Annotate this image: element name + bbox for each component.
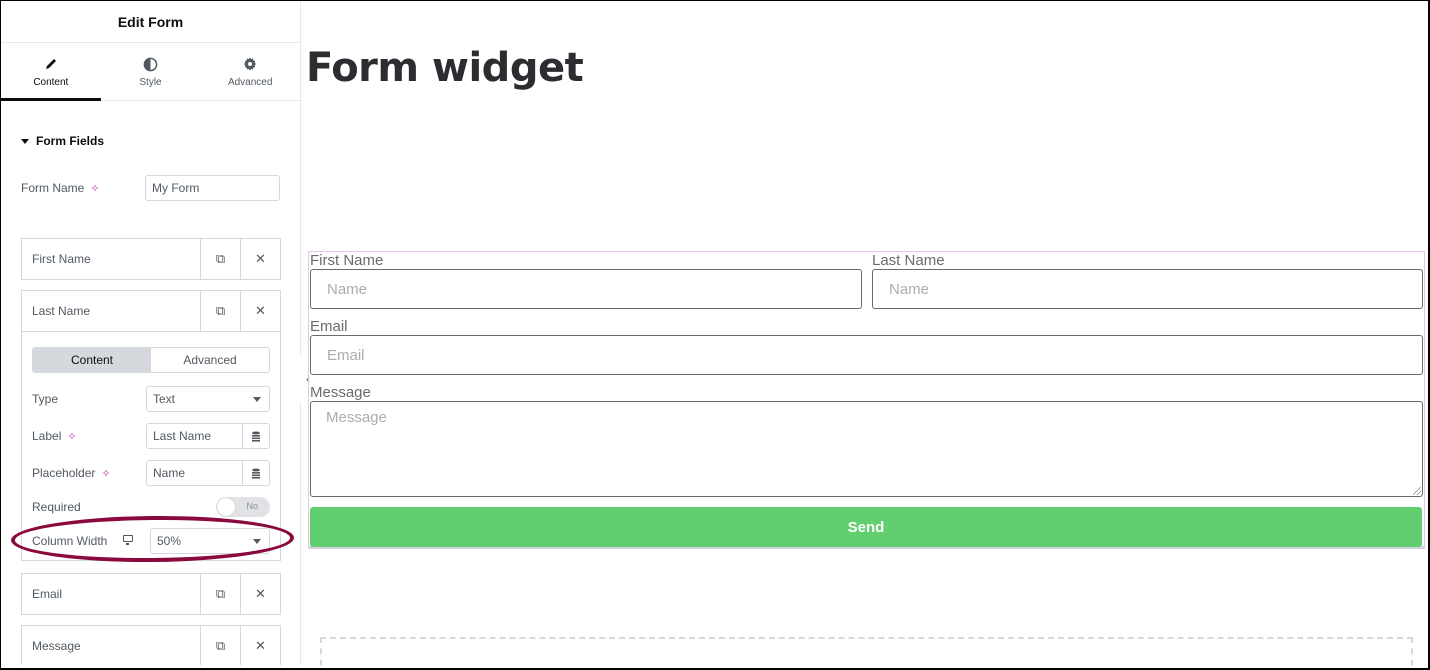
type-control: Type Text: [32, 386, 270, 412]
duplicate-icon[interactable]: ⧉: [200, 626, 240, 665]
tab-style[interactable]: Style: [101, 43, 201, 100]
toggle-knob: [217, 498, 235, 516]
caret-down-icon: [21, 138, 29, 144]
editor-panel: Edit Form Content Style Advanced Form Fi…: [1, 1, 301, 665]
label-label-text: Label: [32, 429, 62, 443]
dynamic-tags-icon[interactable]: [242, 424, 269, 448]
ai-sparkle-icon[interactable]: ✧: [101, 467, 110, 480]
column-width-label: Column Width: [32, 534, 108, 548]
required-control: Required No: [32, 494, 270, 520]
field-item-last-name: Last Name ⧉ ✕ Content Advanced Type Text…: [21, 290, 281, 561]
remove-icon[interactable]: ✕: [240, 626, 280, 665]
field-item-message: Message ⧉ ✕: [21, 625, 281, 665]
label-input[interactable]: Last Name: [146, 423, 270, 449]
placeholder-label-text: Placeholder: [32, 466, 96, 480]
column-width-control: Column Width 50%: [32, 528, 270, 554]
form-widget[interactable]: First Name Name Last Name Name Email Ema…: [308, 251, 1425, 549]
pencil-icon: [44, 55, 58, 73]
remove-icon[interactable]: ✕: [240, 574, 280, 614]
field-item-title[interactable]: Email: [22, 574, 200, 614]
field-item-first-name: First Name ⧉ ✕: [21, 238, 281, 280]
required-label: Required: [32, 500, 81, 514]
subtab-content[interactable]: Content: [33, 348, 151, 372]
tab-content[interactable]: Content: [1, 43, 101, 101]
placeholder-label: Placeholder ✧: [32, 466, 111, 480]
ai-sparkle-icon[interactable]: ✧: [67, 430, 76, 443]
label-input-value: Last Name: [153, 429, 212, 443]
field-item-title[interactable]: Last Name: [22, 291, 200, 331]
field-item-settings: Content Advanced Type Text Label ✧ Last …: [22, 331, 280, 560]
form-name-control: Form Name ✧: [21, 175, 281, 201]
empty-section-dropzone[interactable]: [320, 637, 1413, 670]
remove-icon[interactable]: ✕: [240, 239, 280, 279]
page-heading: Form widget: [306, 45, 584, 91]
duplicate-icon[interactable]: ⧉: [200, 239, 240, 279]
resize-handle-icon[interactable]: [1413, 487, 1421, 495]
desktop-monitor-icon[interactable]: [123, 535, 133, 545]
last-name-label: Last Name: [872, 252, 945, 269]
message-placeholder: Message: [326, 409, 387, 426]
email-placeholder: Email: [327, 346, 365, 364]
message-textarea[interactable]: Message: [310, 401, 1423, 497]
last-name-placeholder: Name: [889, 280, 930, 298]
last-name-input[interactable]: Name: [872, 269, 1423, 309]
tab-advanced-label: Advanced: [227, 77, 273, 88]
tab-style-label: Style: [139, 77, 162, 88]
placeholder-control: Placeholder ✧ Name: [32, 460, 270, 486]
toggle-state: No: [246, 501, 258, 511]
placeholder-input[interactable]: Name: [146, 460, 270, 486]
message-label: Message: [310, 384, 371, 401]
first-name-label: First Name: [310, 252, 384, 269]
caret-down-icon: [253, 538, 261, 544]
panel-tabs: Content Style Advanced: [1, 43, 300, 101]
label-control: Label ✧ Last Name: [32, 423, 270, 449]
type-select-value: Text: [153, 392, 176, 406]
send-button[interactable]: Send: [310, 507, 1422, 547]
tab-advanced[interactable]: Advanced: [200, 43, 300, 100]
section-title-label: Form Fields: [36, 134, 105, 148]
tab-content-label: Content: [33, 77, 69, 88]
email-label: Email: [310, 318, 348, 335]
duplicate-icon[interactable]: ⧉: [200, 291, 240, 331]
type-select[interactable]: Text: [146, 386, 270, 412]
field-item-email: Email ⧉ ✕: [21, 573, 281, 615]
first-name-placeholder: Name: [327, 280, 368, 298]
half-circle-icon: [143, 55, 158, 73]
panel-title: Edit Form: [1, 1, 300, 43]
form-name-label: Form Name ✧: [21, 181, 100, 195]
first-name-input[interactable]: Name: [310, 269, 862, 309]
field-item-title[interactable]: First Name: [22, 239, 200, 279]
subtab-advanced[interactable]: Advanced: [151, 348, 269, 372]
email-input[interactable]: Email: [310, 335, 1423, 375]
dynamic-tags-icon[interactable]: [242, 461, 269, 485]
placeholder-input-value: Name: [153, 466, 186, 480]
remove-icon[interactable]: ✕: [240, 291, 280, 331]
form-name-label-text: Form Name: [21, 181, 85, 195]
form-name-input[interactable]: [145, 175, 280, 201]
required-toggle[interactable]: No: [216, 497, 270, 517]
ai-sparkle-icon[interactable]: ✧: [90, 182, 99, 195]
gear-icon: [243, 55, 257, 73]
column-width-value: 50%: [157, 534, 182, 548]
label-label: Label ✧: [32, 429, 77, 443]
duplicate-icon[interactable]: ⧉: [200, 574, 240, 614]
caret-down-icon: [253, 396, 261, 402]
section-form-fields[interactable]: Form Fields: [21, 134, 104, 148]
column-width-select[interactable]: 50%: [150, 528, 270, 554]
field-subtabs: Content Advanced: [32, 347, 270, 373]
field-item-title[interactable]: Message: [22, 626, 200, 665]
type-label: Type: [32, 392, 59, 406]
